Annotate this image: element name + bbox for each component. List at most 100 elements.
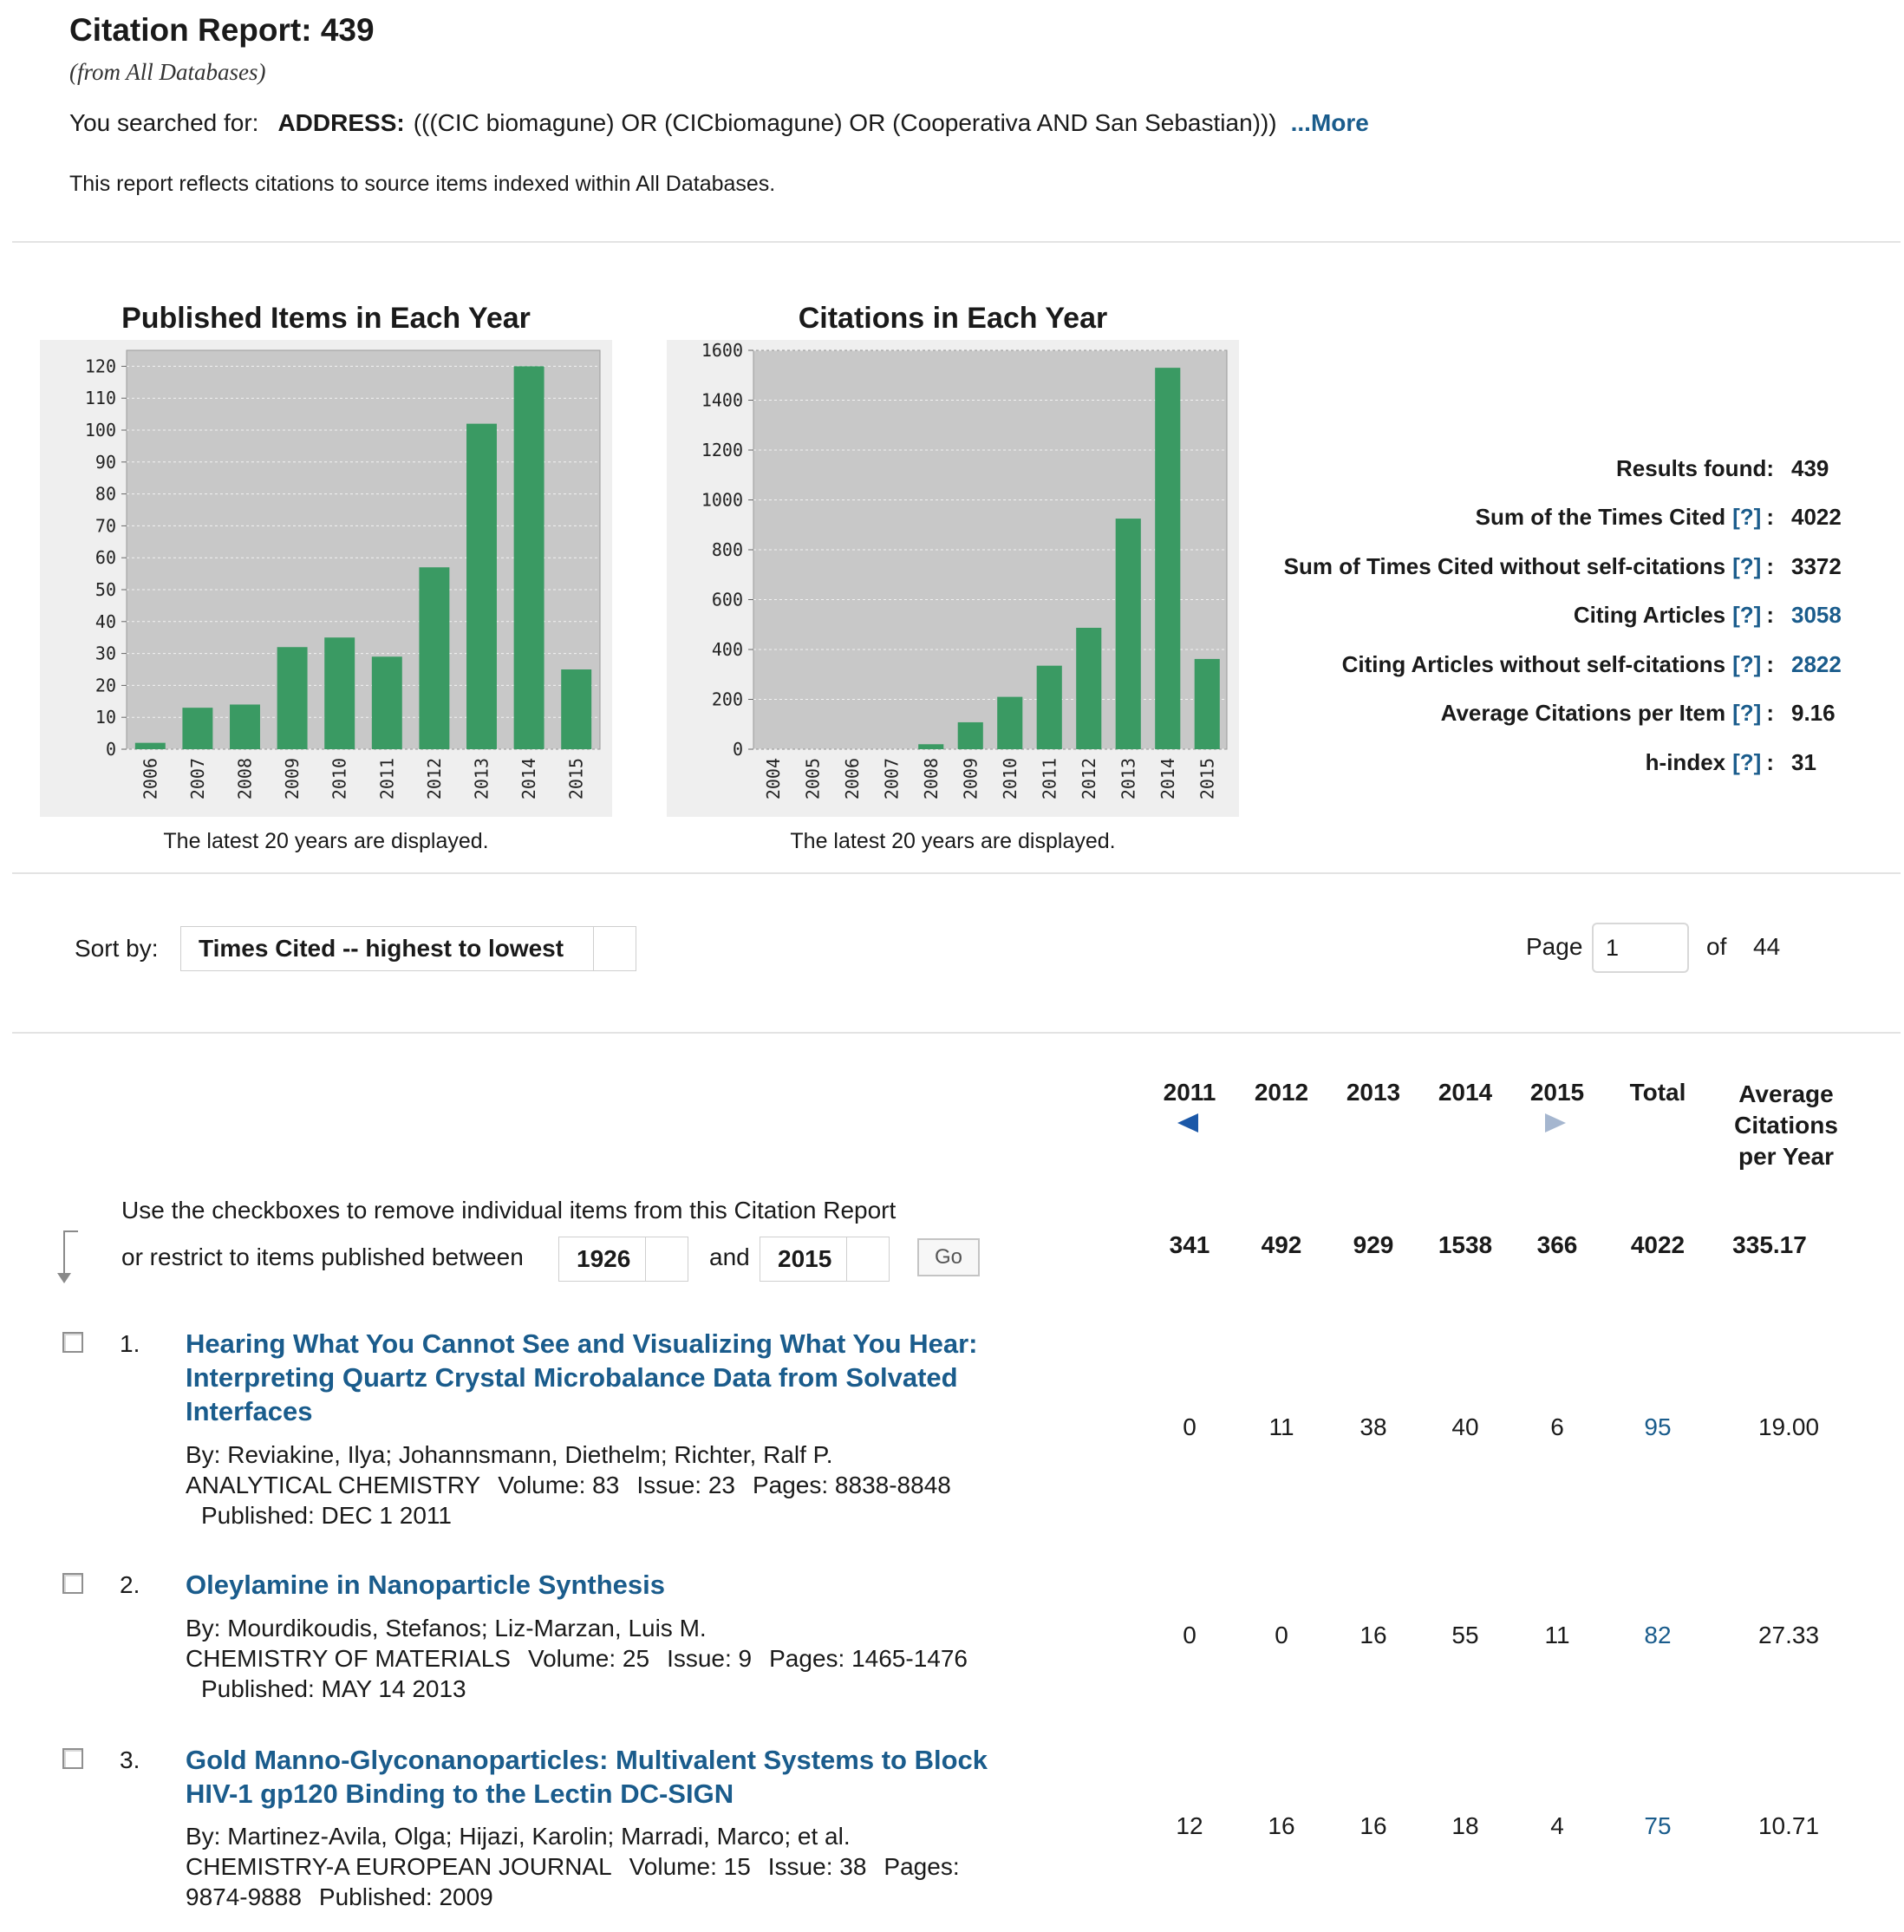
report-subtitle: (from All Databases) xyxy=(69,59,266,85)
record-count-2012: 11 xyxy=(1268,1413,1294,1440)
record-checkbox[interactable] xyxy=(62,1332,83,1353)
record-pages: Pages: 1465-1476 xyxy=(769,1645,968,1672)
stat-help-link[interactable]: [?] xyxy=(1732,602,1761,629)
previous-years-arrow-icon[interactable] xyxy=(1177,1113,1198,1132)
record-index: 1. xyxy=(120,1330,140,1357)
report-scope-note: This report reflects citations to source… xyxy=(69,172,776,196)
bar-2015 xyxy=(561,669,592,749)
col-year-2015: 2015 xyxy=(1529,1079,1585,1106)
x-tick-label: 2011 xyxy=(376,758,397,800)
record-total-link[interactable]: 75 xyxy=(1610,1812,1705,1840)
record-total-link[interactable]: 82 xyxy=(1610,1622,1705,1649)
stat-label: Sum of Times Cited without self-citation… xyxy=(1283,552,1726,579)
record-count-2011: 0 xyxy=(1183,1622,1197,1648)
bar-2012 xyxy=(419,567,450,749)
stat-value[interactable]: 2822 xyxy=(1791,651,1843,678)
stat-label: Results found: xyxy=(1616,454,1774,481)
more-link[interactable]: ...More xyxy=(1291,109,1369,136)
search-field-label: ADDRESS: xyxy=(277,109,405,136)
divider xyxy=(12,241,1901,243)
y-tick-label: 110 xyxy=(85,388,116,408)
from-year-select[interactable]: 1926 xyxy=(558,1237,688,1282)
record-journal: ANALYTICAL CHEMISTRY xyxy=(186,1472,481,1498)
stat-colon: : xyxy=(1766,552,1774,579)
stat-row: Results found: 439 xyxy=(1063,444,1843,493)
sort-select[interactable]: Times Cited -- highest to lowest xyxy=(180,926,636,971)
total-2014: 1538 xyxy=(1438,1231,1493,1258)
x-tick-label: 2006 xyxy=(140,758,160,800)
chart-citations-title: Citations in Each Year xyxy=(798,302,1108,335)
from-year-value: 1926 xyxy=(577,1245,631,1272)
instruction-text: Use the checkboxes to remove individual … xyxy=(121,1197,897,1224)
record-authors: By: Mourdikoudis, Stefanos; Liz-Marzan, … xyxy=(186,1615,707,1642)
y-tick-label: 1000 xyxy=(701,490,743,511)
record-count-2013: 16 xyxy=(1360,1622,1387,1648)
restrict-text: or restrict to items published between xyxy=(121,1243,524,1270)
record-checkbox[interactable] xyxy=(62,1748,83,1769)
col-year-2012: 2012 xyxy=(1254,1079,1309,1106)
page-input[interactable]: 1 xyxy=(1592,923,1689,973)
stat-row: h-index [?]:31 xyxy=(1063,738,1843,787)
page-total: 44 xyxy=(1753,933,1781,960)
y-tick-label: 600 xyxy=(712,590,743,610)
stat-help-link[interactable]: [?] xyxy=(1732,504,1761,531)
stat-colon: : xyxy=(1766,748,1774,775)
record-total-link[interactable]: 95 xyxy=(1610,1413,1705,1441)
down-arrow-icon xyxy=(57,1230,78,1283)
record-pages-value: 9874-9888 xyxy=(186,1883,302,1910)
x-tick-label: 2009 xyxy=(960,758,981,800)
col-year-2013: 2013 xyxy=(1346,1079,1401,1106)
record-title-link[interactable]: Oleylamine in Nanoparticle Synthesis xyxy=(186,1568,1018,1602)
y-tick-label: 30 xyxy=(95,643,116,664)
record-title-link[interactable]: Hearing What You Cannot See and Visualiz… xyxy=(186,1327,1018,1428)
stat-label: h-index xyxy=(1645,748,1726,775)
record-average: 19.00 xyxy=(1757,1413,1820,1440)
record-volume: Volume: 15 xyxy=(629,1853,751,1880)
stat-help-link[interactable]: [?] xyxy=(1732,651,1761,678)
record-index: 3. xyxy=(120,1746,140,1773)
stat-help-link[interactable]: [?] xyxy=(1732,553,1761,580)
select-divider xyxy=(846,1237,847,1281)
y-tick-label: 100 xyxy=(85,420,116,441)
col-year-2014: 2014 xyxy=(1438,1079,1493,1106)
record-title-link[interactable]: Gold Manno-Glyconanoparticles: Multivale… xyxy=(186,1743,1018,1811)
chart-published: 0 10 20 30 40 50 60 70 80 90 100 110 120 2006 2007 2008… xyxy=(40,340,612,817)
x-tick-label: 2007 xyxy=(881,758,902,800)
y-tick-label: 50 xyxy=(95,579,116,600)
to-year-value: 2015 xyxy=(778,1245,832,1272)
stat-value[interactable]: 3058 xyxy=(1791,602,1843,629)
go-button[interactable]: Go xyxy=(917,1238,980,1276)
stat-colon: : xyxy=(1766,650,1774,677)
stat-label: Citing Articles without self-citations xyxy=(1341,650,1726,677)
x-tick-label: 2008 xyxy=(235,758,256,800)
x-tick-label: 2004 xyxy=(763,758,784,800)
y-tick-label: 400 xyxy=(712,639,743,660)
record-count-2015: 6 xyxy=(1550,1413,1564,1440)
record-count-2013: 16 xyxy=(1360,1812,1387,1839)
record-count-2014: 40 xyxy=(1451,1413,1479,1440)
record-average: 27.33 xyxy=(1757,1622,1820,1648)
record-checkbox[interactable] xyxy=(62,1573,83,1594)
chart-citations-note: The latest 20 years are displayed. xyxy=(790,829,1116,853)
report-title-label: Citation Report: xyxy=(69,12,321,48)
stat-label: Citing Articles xyxy=(1573,602,1726,629)
stat-help-link[interactable]: [?] xyxy=(1732,700,1761,727)
record-published: Published: DEC 1 2011 xyxy=(201,1502,452,1529)
y-tick-label: 10 xyxy=(95,707,116,728)
record-journal: CHEMISTRY OF MATERIALS xyxy=(186,1645,511,1672)
y-tick-label: 70 xyxy=(95,515,116,536)
stat-help-link[interactable]: [?] xyxy=(1732,749,1761,776)
record-published: Published: 2009 xyxy=(318,1883,493,1910)
record-journal: CHEMISTRY-A EUROPEAN JOURNAL xyxy=(186,1853,612,1880)
stat-row: Citing Articles without self-citations [?… xyxy=(1063,640,1843,689)
next-years-arrow-icon[interactable] xyxy=(1545,1113,1566,1132)
divider xyxy=(12,872,1901,874)
record-pages-published: 9874-9888 Published: 2009 xyxy=(186,1882,493,1912)
to-year-select[interactable]: 2015 xyxy=(760,1237,890,1282)
stat-row: Citing Articles [?]:3058 xyxy=(1063,591,1843,641)
x-tick-label: 2006 xyxy=(842,758,863,800)
y-tick-label: 60 xyxy=(95,547,116,568)
record-average: 10.71 xyxy=(1757,1812,1820,1839)
bar-2007 xyxy=(182,708,213,749)
y-tick-label: 40 xyxy=(95,611,116,632)
